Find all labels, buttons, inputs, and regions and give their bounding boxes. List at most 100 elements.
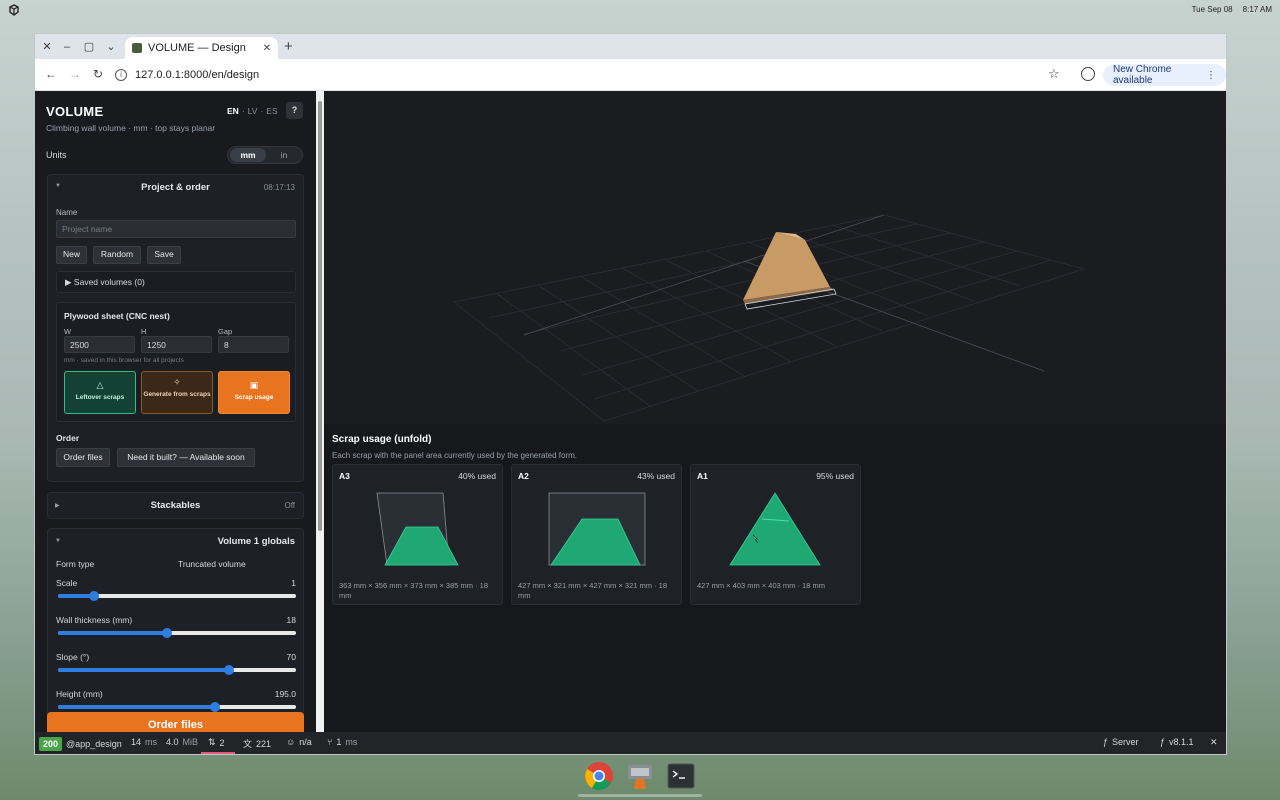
need-it-built-button[interactable]: Need it built? — Available soon (117, 448, 255, 467)
kebab-menu-icon[interactable]: ⋮ (1206, 70, 1216, 81)
leftover-scraps-button[interactable]: △ Leftover scraps (64, 371, 136, 414)
slope-slider[interactable] (58, 665, 296, 675)
lang-lv[interactable]: LV (248, 106, 258, 116)
debug-version[interactable]: ƒ v8.1.1 (1160, 737, 1194, 747)
chrome-update-button[interactable]: New Chrome available ⋮ (1103, 64, 1226, 86)
scrap-card-a2[interactable]: A2 43% used 427 mm × 321 mm × 427 mm × 3… (511, 464, 682, 605)
sheet-width-input[interactable]: 2500 (64, 336, 135, 353)
sheet-gap-input[interactable]: 8 (218, 336, 289, 353)
triangle-icon: △ (96, 380, 104, 390)
page-viewport: VOLUME Climbing wall volume · mm · top s… (35, 91, 1226, 732)
close-toolbar-icon[interactable]: ✕ (1210, 737, 1218, 748)
scrap-card-a3[interactable]: A3 40% used 363 mm × 356 mm × 373 mm × 3… (332, 464, 503, 605)
twig-icon: ⑂ (327, 737, 333, 747)
height-mm-value: 195.0 (274, 689, 296, 699)
scrap-usage-subtitle: Each scrap with the panel area currently… (332, 451, 578, 460)
url-text: 127.0.0.1:8000/en/design (135, 69, 260, 81)
lang-es[interactable]: ES (266, 106, 277, 116)
scrap-a1-diagram (729, 492, 821, 566)
profile-icon[interactable] (1081, 67, 1095, 81)
desktop-dock (578, 757, 702, 799)
random-project-button[interactable]: Random (93, 246, 141, 264)
debug-toolbar: 200 @app_design 14 ms 4.0 MiB ⇅ 2 文 221 ☺ … (35, 732, 1226, 754)
height-mm-label: Height (mm) (56, 689, 103, 699)
scrap-dims: 427 mm × 321 mm × 427 mm × 321 mm · 18 m… (518, 581, 668, 600)
forward-icon[interactable]: → (67, 66, 83, 82)
lang-en[interactable]: EN (227, 106, 239, 116)
new-tab-icon[interactable]: + (284, 38, 293, 55)
app-subtitle: Climbing wall volume · mm · top stays pl… (46, 123, 216, 133)
scrap-usage-section: Scrap usage (unfold) Each scrap with the… (324, 424, 1226, 732)
scrap-dims: 427 mm × 403 mm × 403 mm · 18 mm (697, 581, 825, 590)
3d-scene (453, 214, 1086, 422)
volume-globals-title[interactable]: Volume 1 globals (218, 536, 295, 547)
chrome-update-label: New Chrome available (1113, 64, 1172, 86)
chrome-icon[interactable] (584, 761, 614, 791)
browser-tab-active[interactable]: VOLUME — Design ✕ (125, 37, 278, 59)
save-project-button[interactable]: Save (147, 246, 181, 264)
dock-indicator (578, 794, 702, 797)
scale-knob[interactable] (88, 591, 99, 601)
wall-thickness-slider-row: Wall thickness (mm) 18 (56, 615, 296, 645)
project-order-header[interactable]: ▼ Project & order 08:17:13 (48, 175, 303, 201)
order-files-button[interactable]: Order files (47, 712, 304, 732)
form-type-value[interactable]: Truncated volume (178, 559, 246, 569)
order-label: Order (56, 433, 80, 443)
generate-from-scraps-button[interactable]: ✧ Generate from scraps (141, 371, 213, 414)
height-fill (58, 705, 216, 709)
maximize-window-icon[interactable]: ▢ (81, 39, 97, 55)
project-time: 08:17:13 (263, 183, 295, 192)
order-files-small-button[interactable]: Order files (56, 448, 110, 467)
system-clock[interactable]: Tue Sep 08 8:17 AM (1192, 5, 1272, 14)
debug-status[interactable]: 200 @app_design (39, 737, 122, 751)
help-button[interactable]: ? (286, 102, 303, 119)
bookmark-star-icon[interactable]: ☆ (1048, 66, 1060, 82)
generate-from-scraps-label: Generate from scraps (143, 391, 211, 398)
unit-mm-option[interactable]: mm (230, 148, 266, 162)
wall-thickness-knob[interactable] (162, 628, 173, 638)
3d-viewport[interactable] (324, 91, 1226, 424)
new-project-button[interactable]: New (56, 246, 87, 264)
site-info-icon[interactable]: i (115, 69, 127, 81)
debug-twig-unit: ms (345, 737, 358, 747)
close-window-icon[interactable]: ✕ (39, 39, 55, 55)
desktop-top-bar: Tue Sep 08 8:17 AM (0, 0, 1280, 20)
stackables-state: Off (284, 501, 295, 510)
debug-time-value: 14 (131, 737, 142, 747)
debug-requests[interactable]: ⇅ 2 (208, 737, 225, 748)
reload-icon[interactable]: ↻ (90, 66, 106, 82)
saved-volumes-toggle[interactable]: ▶ Saved volumes (0) (56, 271, 296, 293)
scrap-usage-button[interactable]: ▣ Scrap usage (218, 371, 290, 414)
scale-slider-row: Scale 1 (56, 578, 296, 608)
scrap-card-a1[interactable]: A1 95% used 427 mm × 403 mm × 403 mm · 1… (690, 464, 861, 605)
wall-thickness-slider[interactable] (58, 628, 296, 638)
minimize-window-icon[interactable]: – (59, 39, 75, 55)
debug-memory[interactable]: 4.0 MiB (166, 737, 198, 747)
saved-volumes-label: Saved volumes (0) (73, 277, 145, 287)
back-icon[interactable]: ← (43, 66, 59, 82)
slope-knob[interactable] (224, 665, 235, 675)
debug-user[interactable]: ☺ n/a (286, 737, 312, 747)
terminal-icon[interactable] (666, 761, 696, 791)
scale-slider[interactable] (58, 591, 296, 601)
os-logo-icon[interactable] (8, 4, 20, 16)
debug-translations[interactable]: 文 221 (243, 737, 271, 750)
stackables-card[interactable]: ▶ Stackables Off (47, 492, 304, 519)
height-knob[interactable] (210, 702, 221, 712)
height-slider[interactable] (58, 702, 296, 712)
sidebar-scrollbar[interactable] (316, 91, 324, 732)
project-name-input[interactable]: Project name (56, 220, 296, 238)
sidebar-scroll-thumb[interactable] (318, 101, 322, 531)
requests-count: 2 (219, 737, 225, 748)
units-toggle[interactable]: mm in (227, 146, 303, 164)
unit-in-option[interactable]: in (266, 148, 302, 162)
address-bar[interactable]: i 127.0.0.1:8000/en/design (115, 63, 1065, 87)
debug-server[interactable]: ƒ Server (1103, 737, 1139, 747)
scrap-id: A3 (339, 471, 350, 481)
debug-time[interactable]: 14 ms (131, 737, 157, 747)
file-manager-icon[interactable] (625, 761, 655, 791)
sheet-height-input[interactable]: 1250 (141, 336, 212, 353)
tab-search-chevron-icon[interactable]: ⌄ (103, 39, 119, 55)
debug-twig[interactable]: ⑂ 1 ms (327, 737, 357, 747)
tab-close-icon[interactable]: ✕ (263, 43, 271, 54)
